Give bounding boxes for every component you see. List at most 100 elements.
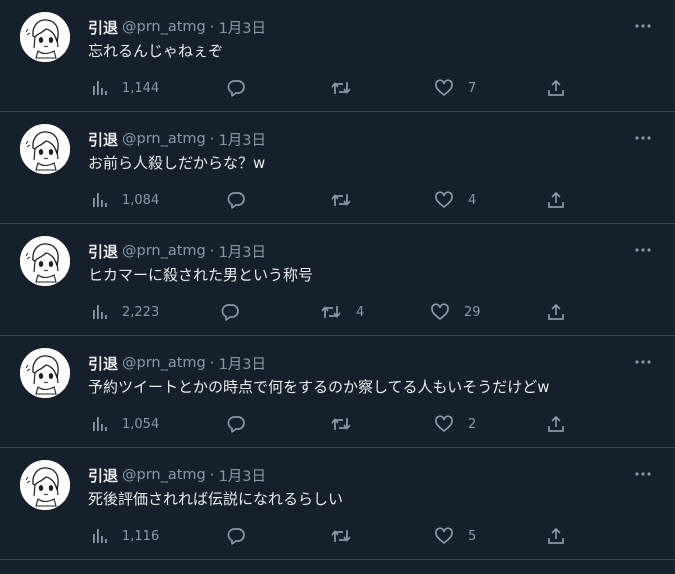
bar-chart-icon [93,193,107,207]
more-button[interactable] [633,240,653,260]
views-count: 1,084 [122,192,160,208]
action-bar: 1,084 4 [88,188,578,212]
retweet-button[interactable] [330,76,366,100]
views-button[interactable]: 1,116 [90,524,159,548]
timeline: 引退 @prn_atmg · 1月3日 忘れるんじゃねぇぞ 1,144 7 引退… [0,0,675,574]
separator-dot: · [209,242,215,260]
retweet-button[interactable] [330,188,366,212]
retweet-arrows-icon [331,82,351,94]
reply-button[interactable] [226,412,260,436]
share-upload-icon [548,79,564,96]
share-button[interactable] [546,412,566,436]
tweet[interactable]: 引退 @prn_atmg · 1月3日 忘れるんじゃねぇぞ 1,144 7 [0,0,675,112]
reply-button[interactable] [226,524,260,548]
more-dots-icon [635,472,651,476]
tweet-date[interactable]: 1月3日 [219,241,266,262]
share-upload-icon [548,191,564,208]
separator-dot: · [209,130,215,148]
like-button[interactable]: 7 [434,76,476,100]
tweet[interactable]: 引退 @prn_atmg · 1月3日 予約ツイートとかの時点で何をするのか察し… [0,336,675,448]
retweet-button[interactable]: 4 [320,300,364,324]
avatar[interactable] [20,236,70,286]
tweet-text: 死後評価されれば伝説になれるらしい [88,490,344,508]
tweet-date[interactable]: 1月3日 [219,17,266,38]
like-count: 29 [464,304,481,320]
tweet-header: 引退 @prn_atmg · 1月3日 [88,17,266,37]
share-button[interactable] [546,76,566,100]
retweet-button[interactable] [330,412,366,436]
views-count: 1,054 [122,416,160,432]
share-button[interactable] [546,188,566,212]
like-button[interactable]: 2 [434,412,476,436]
more-dots-icon [635,24,651,28]
like-button[interactable]: 29 [430,300,481,324]
tweet-header: 引退 @prn_atmg · 1月3日 [88,241,266,261]
separator-dot: · [209,466,215,484]
more-dots-icon [635,136,651,140]
separator-dot: · [209,354,215,372]
reply-button[interactable] [220,300,254,324]
speech-bubble-icon [221,304,239,321]
share-button[interactable] [546,300,566,324]
like-count: 2 [468,416,477,432]
tweet-date[interactable]: 1月3日 [219,129,266,150]
tweet-text: 忘れるんじゃねぇぞ [88,42,224,60]
bar-chart-icon [93,81,107,95]
display-name[interactable]: 引退 [88,129,118,150]
views-button[interactable]: 1,144 [90,76,159,100]
heart-icon [435,527,453,544]
views-count: 1,144 [122,80,160,96]
speech-bubble-icon [227,528,245,545]
tweet[interactable]: 引退 @prn_atmg · 1月3日 ヒカマーに殺された男という称号 2,22… [0,224,675,336]
share-upload-icon [548,415,564,432]
tweet[interactable]: 引退 @prn_atmg · 1月3日 死後評価されれば伝説になれるらしい 1,… [0,448,675,560]
reply-button[interactable] [226,188,260,212]
avatar[interactable] [20,460,70,510]
display-name[interactable]: 引退 [88,353,118,374]
views-button[interactable]: 1,054 [90,412,159,436]
display-name[interactable]: 引退 [88,241,118,262]
user-handle[interactable]: @prn_atmg [122,131,206,147]
bar-chart-icon [93,529,107,543]
like-count: 5 [468,528,477,544]
separator-dot: · [209,18,215,36]
tweet-text: ヒカマーに殺された男という称号 [88,266,314,284]
heart-icon [435,79,453,96]
share-button[interactable] [546,524,566,548]
retweet-arrows-icon [331,194,351,206]
views-button[interactable]: 2,223 [90,300,159,324]
like-count: 4 [468,192,477,208]
user-handle[interactable]: @prn_atmg [122,243,206,259]
reply-button[interactable] [226,76,260,100]
like-button[interactable]: 4 [434,188,476,212]
retweet-button[interactable] [330,524,366,548]
user-handle[interactable]: @prn_atmg [122,467,206,483]
bar-chart-icon [93,417,107,431]
more-button[interactable] [633,352,653,372]
more-dots-icon [635,248,651,252]
user-handle[interactable]: @prn_atmg [122,355,206,371]
like-button[interactable]: 5 [434,524,476,548]
more-button[interactable] [633,464,653,484]
more-button[interactable] [633,16,653,36]
display-name[interactable]: 引退 [88,465,118,486]
share-upload-icon [548,527,564,544]
retweet-arrows-icon [331,530,351,542]
heart-icon [435,191,453,208]
tweet-header: 引退 @prn_atmg · 1月3日 [88,353,266,373]
heart-icon [431,303,449,320]
speech-bubble-icon [227,80,245,97]
user-handle[interactable]: @prn_atmg [122,19,206,35]
tweet-date[interactable]: 1月3日 [219,465,266,486]
tweet[interactable]: 引退 @prn_atmg · 1月3日 お前ら人殺しだからな？w 1,084 4 [0,112,675,224]
avatar[interactable] [20,12,70,62]
tweet-date[interactable]: 1月3日 [219,353,266,374]
tweet-text: お前ら人殺しだからな？w [88,154,266,172]
views-button[interactable]: 1,084 [90,188,159,212]
display-name[interactable]: 引退 [88,17,118,38]
more-button[interactable] [633,128,653,148]
retweet-count: 4 [356,304,365,320]
heart-icon [435,415,453,432]
avatar[interactable] [20,124,70,174]
avatar[interactable] [20,348,70,398]
